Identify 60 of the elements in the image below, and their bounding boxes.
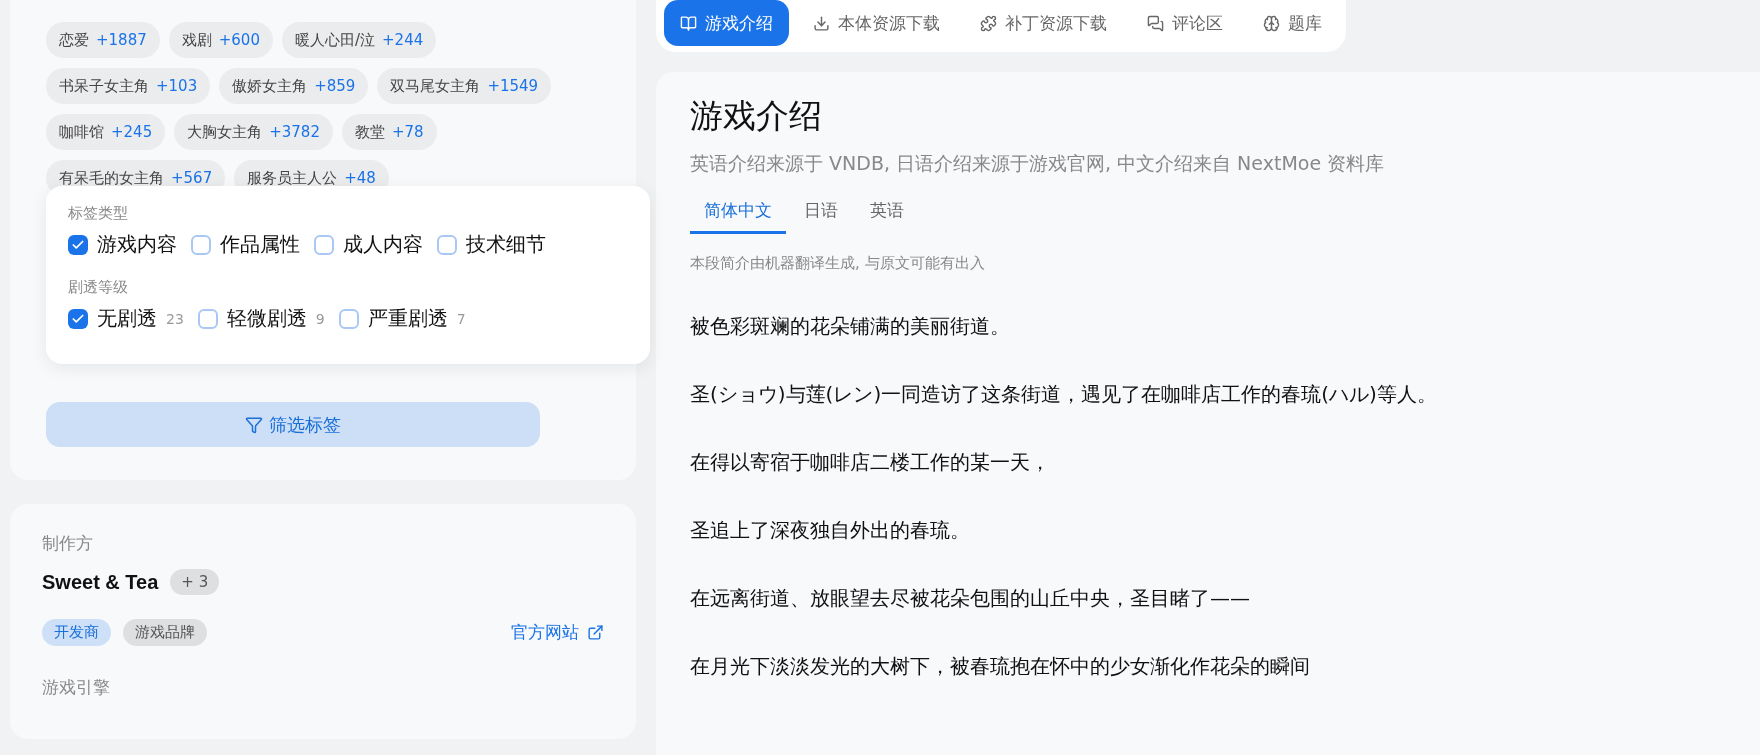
option-label[interactable]: 游戏内容 (97, 231, 177, 258)
section-title: 剧透等级 (68, 278, 129, 297)
role-tag: 开发商 (42, 619, 111, 646)
filter-button[interactable]: 筛选标签 (46, 402, 540, 447)
checkbox[interactable] (191, 234, 211, 255)
checkbox[interactable] (338, 308, 359, 329)
section-label: 制作方 (42, 532, 94, 555)
option-label[interactable]: 成人内容 (343, 231, 423, 258)
language-tab[interactable]: 日语 (790, 193, 852, 234)
nav-tab[interactable]: 本体资源下载 (797, 0, 956, 46)
option-count: 9 (315, 310, 325, 327)
tag-chip[interactable]: 大胸女主角 +3782 (174, 114, 333, 150)
tag-chip[interactable]: 傲娇女主角 +859 (219, 68, 369, 104)
option-label[interactable]: 作品属性 (220, 231, 300, 258)
tab-icon (1147, 14, 1164, 32)
language-tab[interactable]: 英语 (856, 193, 918, 234)
role-tag: 游戏品牌 (123, 619, 207, 646)
intro-paragraph: 在得以寄宿于咖啡店二楼工作的某一天， (690, 449, 1051, 476)
intro-paragraph: 圣(ショウ)与莲(レン)一同造访了这条街道，遇见了在咖啡店工作的春琉(ハル)等人。 (690, 381, 1438, 408)
intro-paragraph: 被色彩斑斓的花朵铺满的美丽街道。 (690, 313, 1011, 340)
external-link-icon (587, 624, 604, 641)
tag-chip[interactable]: 教堂 +78 (341, 114, 437, 150)
tag-chip[interactable]: 咖啡馆 +245 (46, 114, 166, 150)
intro-paragraph: 在月光下淡淡发光的大树下，被春琉抱在怀中的少女渐化作花朵的瞬间 (690, 653, 1311, 680)
section-label: 游戏引擎 (42, 676, 111, 699)
tag-chip[interactable]: 暖人心田/泣 +244 (281, 22, 437, 58)
tab-icon (1263, 14, 1280, 32)
tag-chip[interactable]: 双马尾女主角 +1549 (377, 68, 552, 104)
option-count: 7 (456, 310, 466, 327)
intro-paragraph: 圣追上了深夜独自外出的春琉。 (690, 517, 971, 544)
section-title: 标签类型 (68, 204, 129, 223)
producer-name: Sweet & Tea (42, 570, 159, 594)
website-link[interactable]: 官方网站 (511, 621, 604, 644)
source-note: 英语介绍来源于 VNDB, 日语介绍来源于游戏官网, 中文介绍来自 NextMoe 资料库 (690, 151, 1386, 176)
nav-tab[interactable]: 游戏介绍 (664, 0, 789, 46)
tab-icon (680, 14, 697, 32)
tag-chip[interactable]: 恋爱 +1887 (46, 22, 160, 58)
nav-tab[interactable]: 题库 (1247, 0, 1338, 46)
language-tab[interactable]: 简体中文 (690, 193, 786, 234)
tab-icon (980, 14, 997, 32)
option-label[interactable]: 轻微剧透 (226, 305, 307, 332)
tag-chip[interactable]: 书呆子女主角 +103 (46, 68, 211, 104)
checkbox[interactable] (437, 234, 457, 255)
tab-icon (813, 14, 830, 32)
intro-title: 游戏介绍 (690, 95, 823, 137)
tag-chip[interactable]: 戏剧 +600 (168, 22, 273, 58)
nav-tab[interactable]: 补丁资源下载 (964, 0, 1123, 46)
translation-note: 本段简介由机器翻译生成, 与原文可能有出入 (690, 254, 986, 273)
filter-icon (245, 415, 263, 434)
intro-paragraph: 在远离街道、放眼望去尽被花朵包围的山丘中央，圣目睹了—— (690, 585, 1251, 612)
checkbox[interactable] (314, 234, 334, 255)
more-count[interactable]: + 3 (170, 569, 220, 595)
checkbox[interactable] (197, 308, 218, 329)
option-label[interactable]: 无剧透 (97, 305, 157, 332)
option-label[interactable]: 严重剧透 (367, 305, 448, 332)
nav-tab[interactable]: 评论区 (1131, 0, 1239, 46)
checkbox[interactable] (68, 308, 88, 329)
option-label[interactable]: 技术细节 (466, 231, 546, 258)
option-count: 23 (166, 310, 184, 327)
checkbox[interactable] (68, 234, 88, 255)
